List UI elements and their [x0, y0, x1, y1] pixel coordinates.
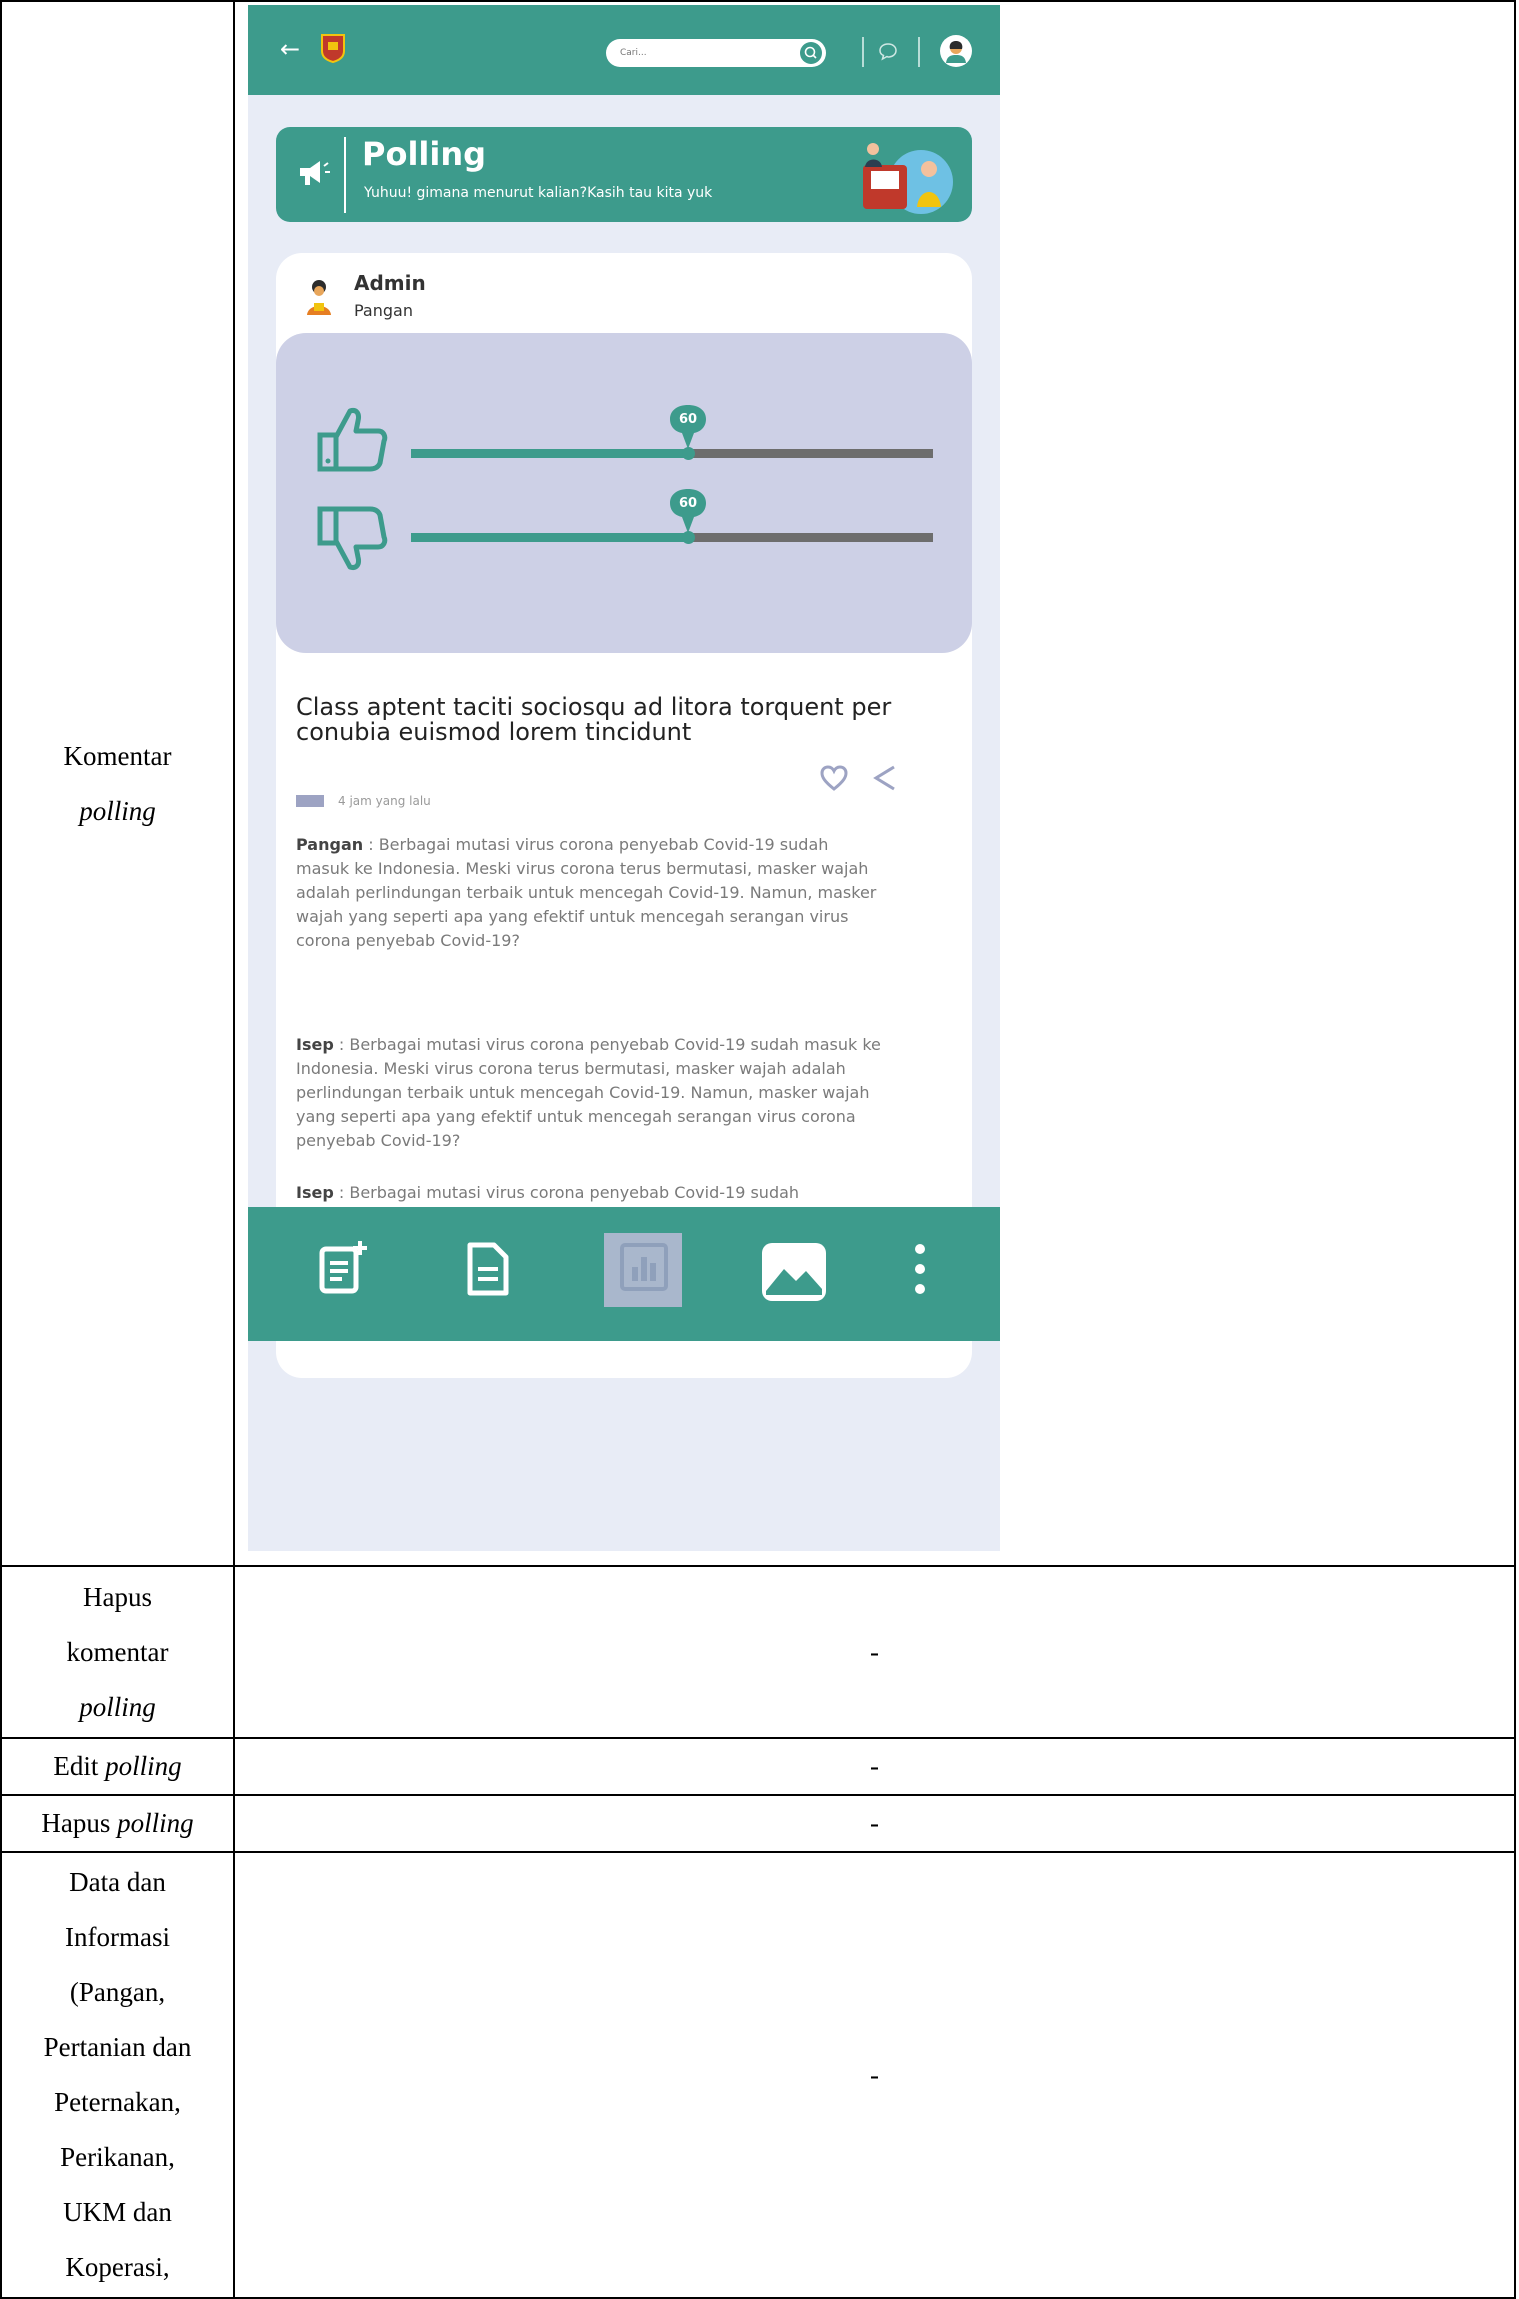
label-line: Koperasi, [65, 2252, 170, 2282]
label-word: Edit [53, 1751, 99, 1781]
thumbs-up-icon[interactable] [316, 403, 388, 473]
row-value-hapus-polling: - [233, 1794, 1516, 1853]
comment-text: : Berbagai mutasi virus corona penyebab … [296, 1035, 881, 1150]
comment-author: Isep [296, 1035, 334, 1054]
app-bar: ← [248, 5, 1000, 95]
time-indicator [296, 795, 324, 807]
label-line: Pertanian dan [43, 2032, 192, 2062]
label-line-italic: polling [79, 795, 156, 826]
share-icon[interactable] [872, 763, 898, 793]
banner-divider [344, 137, 346, 213]
arrow-left-icon[interactable]: ← [280, 35, 300, 63]
dislike-value-pin: 60 [668, 487, 708, 533]
bottom-toolbar [248, 1207, 1000, 1341]
comment-item: Pangan : Berbagai mutasi virus corona pe… [296, 833, 886, 953]
row-label-data-informasi: Data dan Informasi (Pangan, Pertanian da… [0, 1851, 235, 2299]
search-icon[interactable] [800, 42, 822, 64]
comment-text: : Berbagai mutasi virus corona penyebab … [333, 1183, 800, 1202]
like-value: 60 [678, 412, 698, 427]
dislike-value: 60 [678, 496, 698, 511]
poll-chart-icon[interactable] [616, 1239, 672, 1295]
label-line: Peternakan, [54, 2087, 181, 2117]
post-category: Pangan [354, 301, 413, 320]
search-input[interactable] [618, 47, 782, 59]
image-icon[interactable] [758, 1239, 830, 1305]
like-value-pin: 60 [668, 403, 708, 449]
row-value-edit-polling: - [233, 1737, 1516, 1796]
divider [862, 37, 864, 67]
label-line: Komentar [63, 740, 172, 771]
label-line: Perikanan, [60, 2142, 175, 2172]
label-word-italic: polling [117, 1808, 194, 1838]
polling-banner: Polling Yuhuu! gimana menurut kalian?Kas… [276, 127, 972, 222]
row-label-komentar-polling: Komentar polling [0, 0, 235, 1567]
row-value-data-informasi: - [233, 1851, 1516, 2299]
comment-text: : Berbagai mutasi virus corona penyebab … [296, 835, 877, 950]
row-label-hapus-komentar-polling: Hapus komentar polling [0, 1565, 235, 1739]
label-line: Hapus [83, 1581, 152, 1612]
row-label-edit-polling: Edit polling [0, 1737, 235, 1796]
poll-widget: 60 60 [276, 333, 972, 653]
label-line-italic: polling [79, 1691, 156, 1722]
comment-author: Pangan [296, 835, 364, 854]
thumbs-down-icon[interactable] [316, 505, 388, 577]
chat-icon[interactable] [878, 41, 898, 61]
divider [918, 37, 920, 67]
comment-item: Isep : Berbagai mutasi virus corona peny… [296, 1033, 886, 1153]
voting-illustration-icon [863, 143, 953, 214]
label-word-italic: polling [105, 1751, 182, 1781]
post-time: 4 jam yang lalu [338, 794, 431, 808]
label-line: (Pangan, [69, 1977, 166, 2007]
label-line: Informasi [65, 1922, 170, 1952]
row-value-hapus-komentar-polling: - [233, 1565, 1516, 1739]
admin-avatar-icon [307, 280, 331, 315]
search-bar[interactable] [606, 39, 826, 67]
comment-author: Isep [296, 1183, 334, 1202]
dislike-slider-fill [411, 533, 688, 542]
dislike-slider[interactable]: 60 [411, 489, 933, 544]
poll-question: Class aptent taciti sociosqu ad litora t… [296, 693, 892, 746]
document-icon[interactable] [458, 1239, 518, 1299]
row-label-hapus-polling: Hapus polling [0, 1794, 235, 1853]
label-line: komentar [66, 1636, 169, 1667]
heart-icon[interactable] [820, 765, 848, 791]
add-note-icon[interactable] [314, 1239, 374, 1299]
app-screenshot: ← Po [248, 5, 1000, 1551]
label-line: UKM dan [63, 2197, 172, 2227]
banner-subtitle: Yuhuu! gimana menurut kalian?Kasih tau k… [364, 185, 713, 201]
banner-title: Polling [362, 135, 487, 173]
label-word: Hapus [41, 1808, 111, 1838]
comment-item: Isep : Berbagai mutasi virus corona peny… [296, 1181, 886, 1205]
more-vertical-icon[interactable] [908, 1239, 932, 1299]
post-author: Admin [354, 271, 426, 295]
logo-icon [321, 34, 345, 63]
like-slider-fill [411, 449, 688, 458]
like-slider[interactable]: 60 [411, 405, 933, 460]
profile-avatar-icon[interactable] [940, 35, 972, 67]
label-line: Data dan [69, 1867, 166, 1897]
megaphone-icon [300, 161, 330, 185]
